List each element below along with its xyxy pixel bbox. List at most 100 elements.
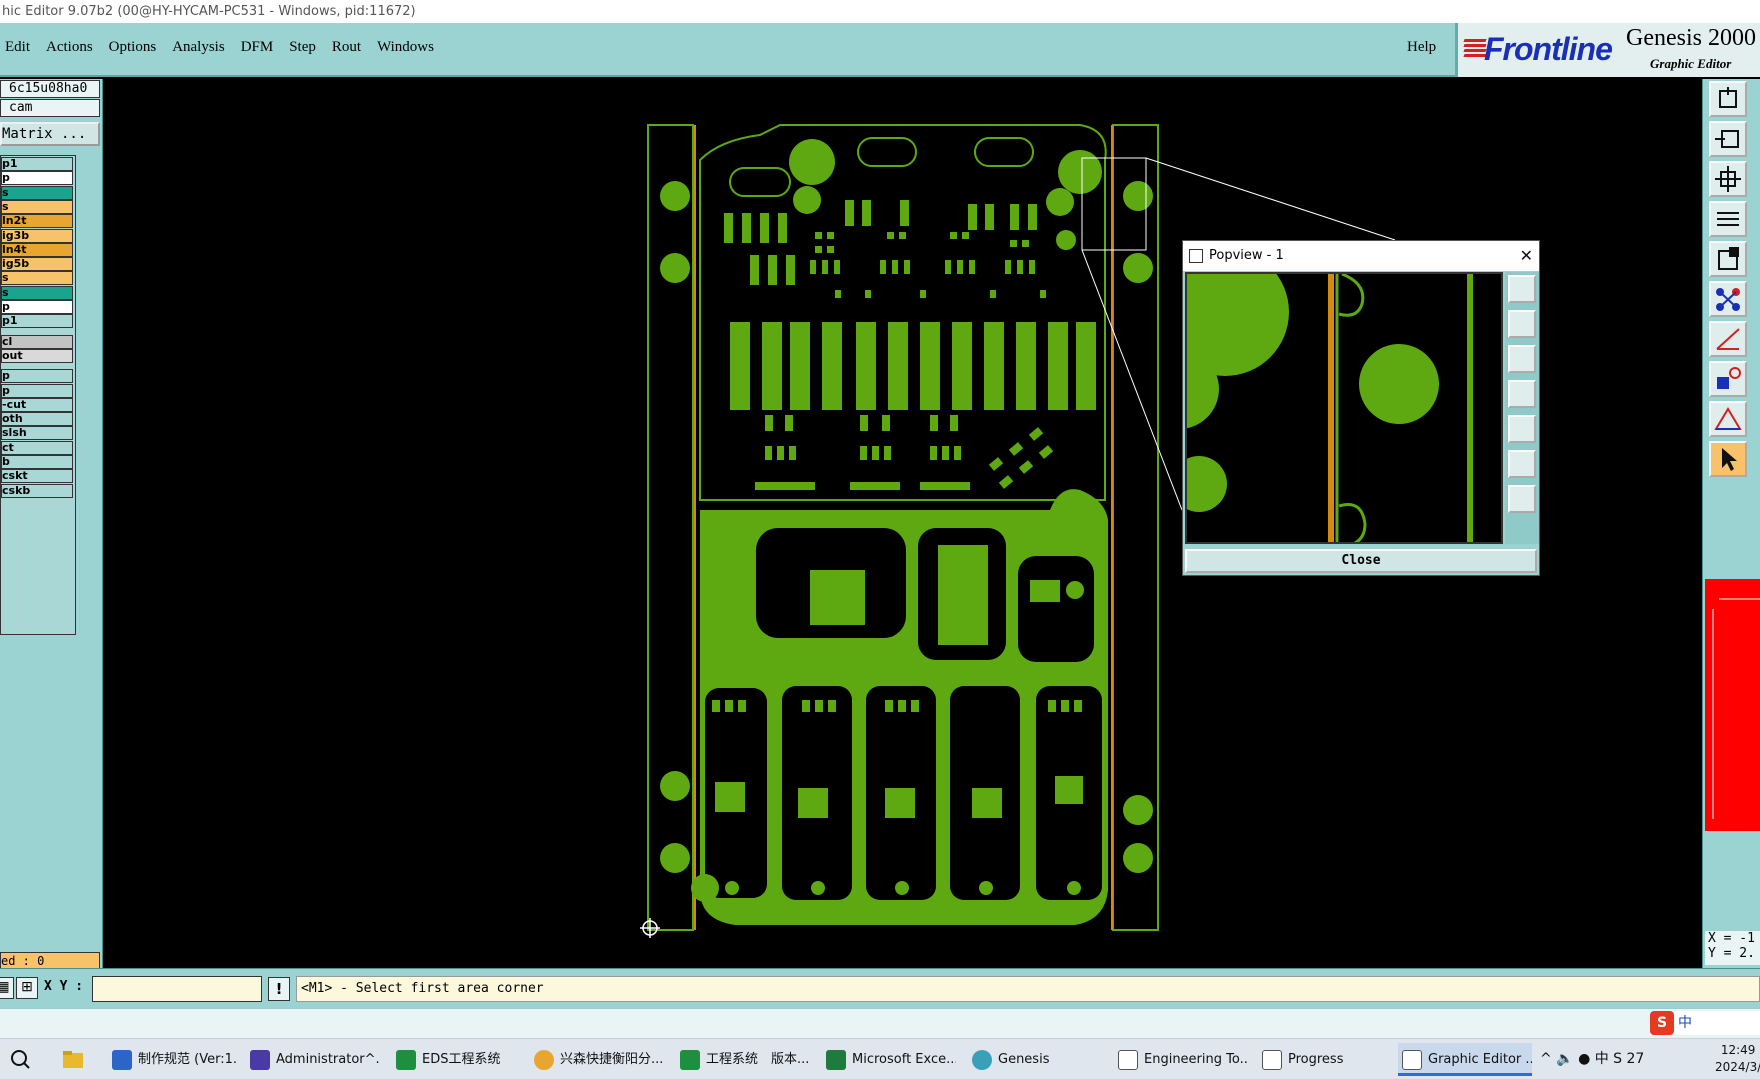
layer-item[interactable]: -cut (1, 397, 73, 412)
popview-canvas[interactable] (1185, 272, 1503, 544)
xy-input[interactable] (92, 976, 262, 1002)
taskbar-item-progress[interactable]: Progress (1258, 1043, 1388, 1076)
window-title: hic Editor 9.07b2 (00@HY-HYCAM-PC531 - W… (0, 0, 1760, 23)
exclamation-button[interactable]: ! (268, 977, 290, 1001)
layer-item[interactable]: out (1, 348, 73, 363)
triangle-tool-button[interactable] (1709, 401, 1747, 437)
grid-icon[interactable]: ▦ (0, 977, 14, 999)
left-panel: 6c15u08ha0 cam Matrix ... p1 p s s ln2t ig3b l… (0, 79, 103, 970)
xy-label: X Y : (44, 979, 84, 994)
brand-banner: Frontline Genesis 2000 Graphic Editor (1455, 23, 1760, 77)
snap-icon[interactable]: ⊞ (16, 977, 38, 999)
menu-step[interactable]: Step (289, 39, 316, 56)
menu-edit[interactable]: Edit (5, 39, 30, 56)
zoom-fit-button[interactable] (1709, 161, 1747, 197)
popview-close-button[interactable]: Close (1185, 549, 1537, 573)
search-icon[interactable] (8, 1043, 38, 1076)
taskbar-item-genesis[interactable]: Genesis (968, 1043, 1102, 1076)
layer-item[interactable]: ln2t (1, 214, 73, 229)
menu-help[interactable]: Help (1407, 39, 1436, 56)
layer-item[interactable]: oth (1, 412, 73, 427)
job-name[interactable]: 6c15u08ha0 (0, 80, 100, 98)
layer-item[interactable]: p (1, 300, 73, 314)
layer-item[interactable]: s (1, 271, 73, 286)
pv-pan-left-button[interactable] (1508, 380, 1536, 408)
taskbar-item-eds[interactable]: EDS工程系统 (392, 1043, 518, 1076)
menu-dfm[interactable]: DFM (241, 39, 274, 56)
minimap[interactable] (1705, 579, 1760, 831)
layer-item[interactable]: p1 (1, 157, 73, 171)
pv-zoom-in-button[interactable] (1508, 275, 1536, 303)
frontline-logo: Frontline (1484, 31, 1613, 67)
popview-window[interactable]: Popview - 1 ✕ Close (1182, 240, 1540, 576)
select-pointer-button[interactable] (1709, 441, 1747, 477)
menu-windows[interactable]: Windows (377, 39, 434, 56)
layer-item[interactable]: ig3b (1, 228, 73, 243)
layer-item[interactable]: ln4t (1, 242, 73, 257)
popview-titlebar[interactable]: Popview - 1 ✕ (1183, 241, 1539, 271)
net-tool-button[interactable] (1709, 281, 1747, 317)
measure-tool-button[interactable] (1709, 321, 1747, 357)
document-icon (112, 1050, 132, 1070)
layer-item[interactable]: ct (1, 440, 73, 455)
pv-zoom-up-button[interactable] (1508, 310, 1536, 338)
menu-analysis[interactable]: Analysis (172, 39, 225, 56)
layer-item[interactable]: s (1, 285, 73, 300)
window-icon (1262, 1050, 1282, 1070)
layer-item[interactable]: b (1, 455, 73, 469)
taskbar-item-excel[interactable]: Microsoft Exce... (822, 1043, 956, 1076)
layer-item[interactable]: cskb (1, 483, 73, 498)
layer-tool-button[interactable] (1709, 201, 1747, 237)
clock-date: 2024/3/ (1715, 1060, 1760, 1074)
zoom-back-button[interactable] (1709, 121, 1747, 157)
taskbar-item-engineering-system[interactable]: 工程系统 版本... (676, 1043, 810, 1076)
layer-item[interactable]: cskt (1, 469, 73, 484)
status-strip: S中 (0, 1008, 1760, 1038)
window-icon (1402, 1050, 1422, 1070)
taskbar-item-admin[interactable]: Administrator^... (246, 1043, 380, 1076)
layer-item[interactable]: p (1, 369, 73, 384)
ime-indicator[interactable]: S中 (1650, 1011, 1760, 1035)
zoom-home-button[interactable] (1709, 81, 1747, 117)
menu-actions[interactable]: Actions (46, 39, 93, 56)
snap-tool-button[interactable] (1709, 241, 1747, 277)
layer-item[interactable]: slsh (1, 426, 73, 441)
close-icon[interactable]: ✕ (1520, 241, 1533, 271)
taskbar-item-spec[interactable]: 制作规范 (Ver:1... (108, 1043, 236, 1076)
sogou-icon: S (1650, 1011, 1674, 1035)
window-icon (1118, 1050, 1138, 1070)
taskbar-item-engineering-tools[interactable]: Engineering To... (1114, 1043, 1248, 1076)
pv-pan-right-button[interactable] (1508, 415, 1536, 443)
step-name[interactable]: cam (0, 99, 100, 117)
menu-rout[interactable]: Rout (332, 39, 361, 56)
feature-tool-button[interactable] (1709, 361, 1747, 397)
layer-item[interactable]: s (1, 185, 73, 200)
popview-toolbar (1505, 272, 1539, 544)
excel-icon (826, 1050, 846, 1070)
file-explorer-icon[interactable] (60, 1043, 92, 1076)
layer-item[interactable]: p (1, 383, 73, 398)
taskbar-item-xingsen[interactable]: 兴森快捷衡阳分... (530, 1043, 664, 1076)
layer-item[interactable]: p1 (1, 314, 73, 329)
clock-time: 12:49 (1720, 1043, 1756, 1057)
coordinate-readout: X = -1 Y = 2. (1705, 931, 1760, 965)
app-icon (680, 1050, 700, 1070)
menu-list: Edit Actions Options Analysis DFM Step R… (0, 39, 445, 56)
clock[interactable]: 12:49 2024/3/ (1715, 1042, 1760, 1076)
matrix-button[interactable]: Matrix ... (0, 122, 100, 146)
right-toolbar: X = -1 Y = 2. (1702, 79, 1760, 968)
system-tray[interactable]: ^ 🔈 ● 中 S 27 (1540, 1039, 1644, 1079)
menu-options[interactable]: Options (109, 39, 157, 56)
product-subtitle: Graphic Editor (1650, 56, 1732, 71)
pv-center-button[interactable] (1508, 485, 1536, 513)
layer-item[interactable]: p (1, 171, 73, 186)
pv-zoom-down-button[interactable] (1508, 345, 1536, 373)
layer-item[interactable]: ig5b (1, 257, 73, 272)
status-bar: ▦ ⊞ X Y : ! <M1> - Select first area cor… (0, 968, 1760, 1008)
layer-item[interactable]: cl (1, 334, 73, 349)
taskbar-item-graphic-editor[interactable]: Graphic Editor ... (1398, 1043, 1532, 1076)
product-title: Genesis 2000 (1626, 25, 1756, 51)
pv-fit-button[interactable] (1508, 450, 1536, 478)
layer-item[interactable]: s (1, 199, 73, 214)
save-icon (250, 1050, 270, 1070)
